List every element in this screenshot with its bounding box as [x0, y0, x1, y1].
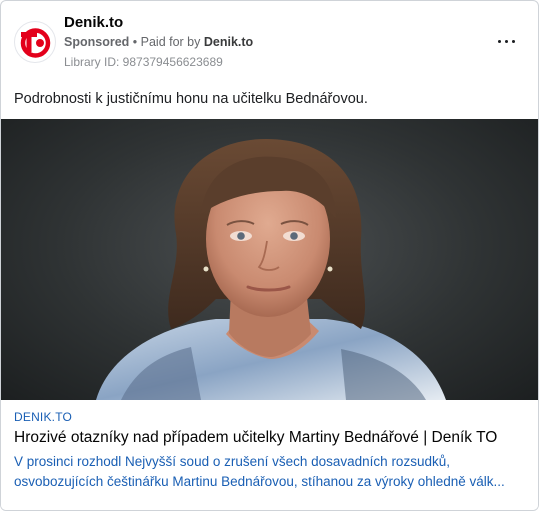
paid-for-prefix: Paid for by: [140, 35, 204, 49]
portrait-photo: [96, 139, 446, 400]
advertiser-logo[interactable]: [14, 21, 56, 63]
more-options-icon: [498, 40, 502, 44]
more-options-icon: [505, 40, 509, 44]
more-options-icon: [512, 40, 516, 44]
sponsored-line: Sponsored • Paid for by Denik.to: [64, 35, 253, 49]
library-id: Library ID: 987379456623689: [64, 55, 223, 69]
paid-for-name[interactable]: Denik.to: [204, 35, 253, 49]
post-text: Podrobnosti k justičnímu honu na učitelk…: [14, 91, 368, 107]
advertiser-name[interactable]: Denik.to: [64, 14, 123, 31]
link-description: V prosinci rozhodl Nejvyšší soud o zruše…: [14, 454, 505, 489]
ad-image[interactable]: [1, 119, 538, 400]
link-title[interactable]: Hrozivé otazníky nad případem učitelky M…: [14, 429, 497, 447]
sponsored-label: Sponsored: [64, 35, 130, 49]
link-domain: DENIK.TO: [14, 410, 73, 424]
meta-separator: •: [129, 35, 141, 49]
more-options-button[interactable]: [495, 31, 519, 51]
link-preview[interactable]: DENIK.TO Hrozivé otazníky nad případem u…: [1, 400, 538, 510]
ad-card: Denik.to Sponsored • Paid for by Denik.t…: [0, 0, 539, 511]
ad-header: Denik.to Sponsored • Paid for by Denik.t…: [1, 1, 538, 81]
denik-to-logo-icon: [20, 28, 51, 58]
